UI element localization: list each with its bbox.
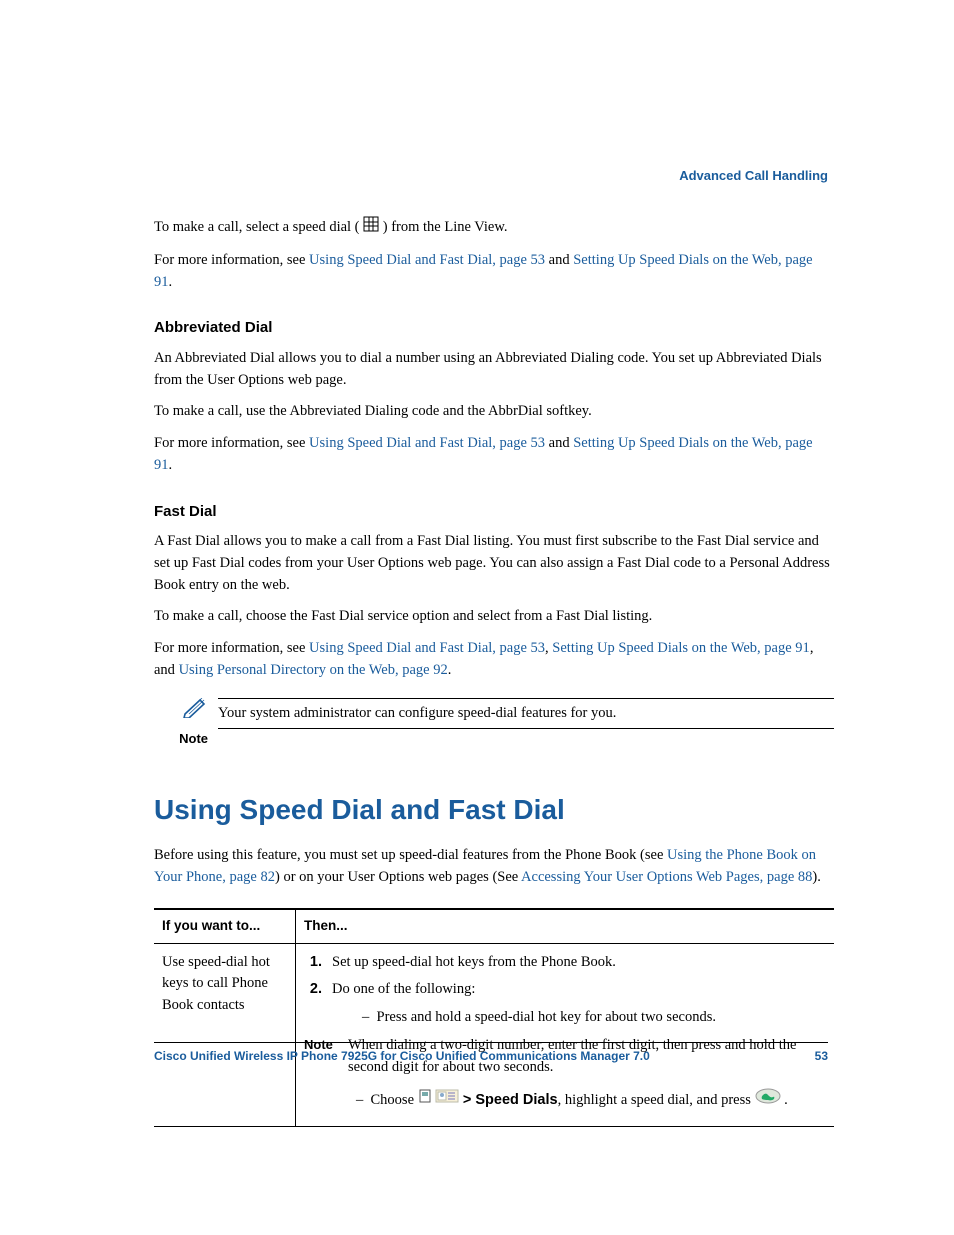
heading-abbreviated-dial: Abbreviated Dial xyxy=(154,317,834,340)
text: Press and hold a speed-dial hot key for … xyxy=(377,1009,716,1025)
text: Before using this feature, you must set … xyxy=(154,847,667,863)
page-footer: Cisco Unified Wireless IP Phone 7925G fo… xyxy=(154,1042,828,1065)
abbr-p3: For more information, see Using Speed Di… xyxy=(154,433,834,477)
page-number: 53 xyxy=(815,1047,828,1065)
procedure-table: If you want to... Then... Use speed-dial… xyxy=(154,908,834,1127)
table-row: Use speed-dial hot keys to call Phone Bo… xyxy=(154,943,834,1127)
table-header-then: Then... xyxy=(296,909,835,943)
text: To make a call, select a speed dial ( xyxy=(154,219,360,235)
call-button-icon xyxy=(755,1092,785,1108)
abbr-p1: An Abbreviated Dial allows you to dial a… xyxy=(154,348,834,392)
link-speed-dial[interactable]: Using Speed Dial and Fast Dial, page 53 xyxy=(309,252,545,268)
text: . xyxy=(448,662,452,678)
section-intro: Before using this feature, you must set … xyxy=(154,845,834,889)
substep: – Choose > Speed Dials, highlight a spee… xyxy=(356,1088,826,1112)
text: ) from the Line View. xyxy=(383,219,508,235)
step-2: Do one of the following: – Press and hol… xyxy=(326,979,826,1029)
menu-path: > Speed Dials xyxy=(463,1092,558,1108)
table-cell-steps: Set up speed-dial hot keys from the Phon… xyxy=(296,943,835,1127)
menu-icon xyxy=(418,1092,436,1108)
text: and xyxy=(545,252,573,268)
footer-title: Cisco Unified Wireless IP Phone 7925G fo… xyxy=(154,1047,650,1065)
note-text: Your system administrator can configure … xyxy=(218,698,834,730)
link-personal-directory[interactable]: Using Personal Directory on the Web, pag… xyxy=(179,662,448,678)
text: Choose xyxy=(371,1092,418,1108)
abbr-p2: To make a call, use the Abbreviated Dial… xyxy=(154,401,834,423)
intro-para-2: For more information, see Using Speed Di… xyxy=(154,250,834,294)
link-speed-dials-web[interactable]: Setting Up Speed Dials on the Web, page … xyxy=(552,640,810,656)
text: ). xyxy=(812,869,820,885)
fast-p3: For more information, see Using Speed Di… xyxy=(154,638,834,682)
table-header-if: If you want to... xyxy=(154,909,296,943)
section-title: Using Speed Dial and Fast Dial xyxy=(154,789,834,831)
text: For more information, see xyxy=(154,435,309,451)
note-pencil-icon xyxy=(182,706,208,722)
substep: – Press and hold a speed-dial hot key fo… xyxy=(362,1007,826,1029)
contacts-icon xyxy=(435,1092,463,1108)
heading-fast-dial: Fast Dial xyxy=(154,501,834,524)
text: and xyxy=(545,435,573,451)
text: For more information, see xyxy=(154,252,309,268)
text: . xyxy=(169,457,173,473)
speed-dial-grid-icon xyxy=(363,216,379,240)
link-speed-dial[interactable]: Using Speed Dial and Fast Dial, page 53 xyxy=(309,435,545,451)
intro-para-1: To make a call, select a speed dial ( ) … xyxy=(154,216,834,240)
note-block: Note Your system administrator can confi… xyxy=(154,698,834,749)
text: Do one of the following: xyxy=(332,981,475,997)
text: , highlight a speed dial, and press xyxy=(558,1092,755,1108)
link-user-options[interactable]: Accessing Your User Options Web Pages, p… xyxy=(521,869,812,885)
note-label: Note xyxy=(154,729,208,749)
text: ) or on your User Options web pages (See xyxy=(275,869,521,885)
table-cell-task: Use speed-dial hot keys to call Phone Bo… xyxy=(154,943,296,1127)
chapter-header: Advanced Call Handling xyxy=(679,166,828,186)
link-speed-dial[interactable]: Using Speed Dial and Fast Dial, page 53 xyxy=(309,640,545,656)
fast-p2: To make a call, choose the Fast Dial ser… xyxy=(154,606,834,628)
text: For more information, see xyxy=(154,640,309,656)
text: . xyxy=(784,1092,788,1108)
step-1: Set up speed-dial hot keys from the Phon… xyxy=(326,952,826,974)
fast-p1: A Fast Dial allows you to make a call fr… xyxy=(154,531,834,596)
text: . xyxy=(169,274,173,290)
